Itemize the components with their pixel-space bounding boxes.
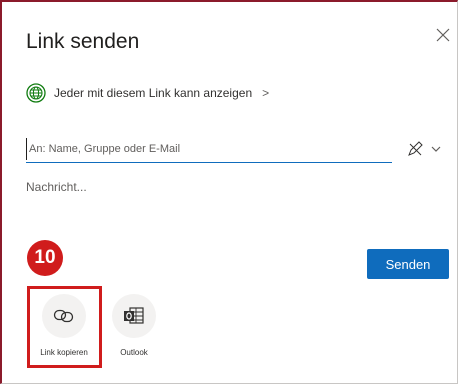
link-permission-button[interactable]: Jeder mit diesem Link kann anzeigen > <box>26 82 269 104</box>
outlook-label: Outlook <box>120 348 148 357</box>
chevron-right-icon: > <box>262 86 270 100</box>
globe-icon <box>26 83 46 103</box>
message-input[interactable] <box>26 180 426 220</box>
dialog-title: Link senden <box>26 30 140 53</box>
chevron-down-icon <box>431 146 441 152</box>
edit-permission-dropdown[interactable] <box>406 140 444 158</box>
pencil-icon <box>408 141 423 156</box>
copy-link-circle <box>42 294 86 338</box>
step-badge: 10 <box>27 240 63 276</box>
recipient-input[interactable] <box>26 138 395 160</box>
link-icon <box>53 309 74 323</box>
link-permission-label: Jeder mit diesem Link kann anzeigen <box>54 86 253 100</box>
outlook-circle <box>112 294 156 338</box>
outlook-icon <box>124 307 144 324</box>
send-button[interactable]: Senden <box>367 249 449 279</box>
outlook-button[interactable]: Outlook <box>99 294 169 357</box>
copy-link-button[interactable]: Link kopieren <box>29 294 99 357</box>
dialog: Link senden Jeder mit diesem Link kann a… <box>0 0 458 384</box>
copy-link-label: Link kopieren <box>40 348 88 357</box>
recipient-field <box>26 138 395 163</box>
close-icon[interactable] <box>434 26 452 44</box>
